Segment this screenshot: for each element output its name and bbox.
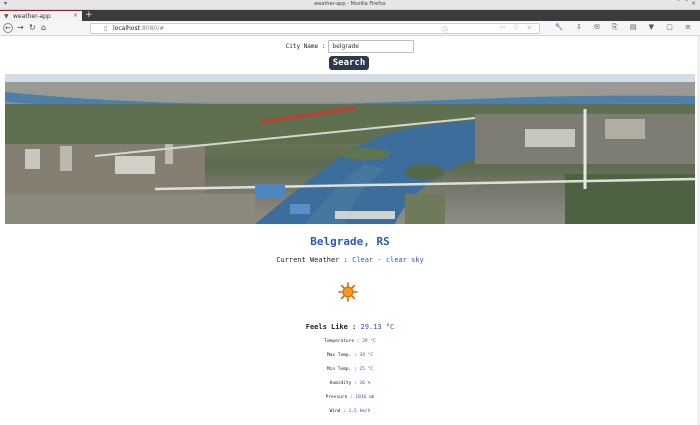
search-button[interactable]: Search (329, 56, 369, 70)
wind-row: Wind : 1.5 km/h (0, 409, 700, 414)
tab-strip: ▼ weather-app × + (0, 10, 700, 21)
home-icon[interactable]: ⌂ (41, 23, 46, 32)
temperature-value: 29 °C (362, 339, 376, 344)
pressure-value: 1016 mb (355, 395, 375, 400)
url-text[interactable]: localhost:8080/# (113, 25, 164, 32)
search-row: City Name : (0, 40, 700, 53)
page-actions[interactable]: ⋯ ♡ ☆ (499, 24, 535, 31)
window-title: weather-app - Mozilla Firefox (314, 1, 386, 7)
tab-label: weather-app (13, 13, 51, 20)
wind-value: 1.5 km/h (348, 409, 371, 414)
nav-toolbar: ← → ↻ ⌂ ⓘ ▯ localhost:8080/# ⋯ ♡ ☆ 🔧 ⇩ ✉… (0, 21, 700, 36)
pressure-label: Pressure : (325, 395, 353, 400)
feels-like-value: 29.13 °C (360, 323, 395, 331)
current-weather-value: Clear - clear sky (352, 256, 424, 264)
humidity-row: Humidity : 36 % (0, 381, 700, 386)
max-temp-row: Max Temp. : 34 °C (0, 353, 700, 358)
new-tab-icon[interactable]: + (85, 10, 93, 21)
toolbar-icons[interactable]: 🔧 ⇩ ✉ ⎘ ▤ ▼ ▢ ≡ (555, 23, 696, 32)
city-image (5, 74, 695, 224)
page-content: City Name : Search (0, 36, 700, 425)
temperature-row: Temperature : 29 °C (0, 339, 700, 344)
max-temp-value: 34 °C (359, 353, 374, 358)
back-icon[interactable]: ← (3, 23, 13, 33)
feels-like-label: Feels Like : (305, 323, 357, 331)
tab-weather-app[interactable]: ▼ weather-app × (0, 10, 82, 21)
vue-favicon-icon: ▼ (4, 13, 9, 20)
min-temp-row: Min Temp. : 25 °C (0, 367, 700, 372)
forward-icon[interactable]: → (17, 23, 24, 32)
page-icon: ▯ (104, 25, 108, 32)
current-weather-label: Current Weather : (276, 256, 348, 264)
city-name-input[interactable] (328, 40, 415, 53)
current-weather: Current Weather : Clear - clear sky (0, 256, 700, 264)
city-name-label: City Name : (285, 43, 326, 50)
wind-label: Wind : (329, 409, 346, 414)
maximize-icon[interactable]: ˆ (685, 0, 688, 7)
window-titlebar: ▾ weather-app - Mozilla Firefox ˇ ˆ × (0, 0, 700, 10)
city-title: Belgrade, RS (310, 235, 390, 248)
humidity-label: Humidity : (329, 381, 357, 386)
min-temp-value: 25 °C (359, 367, 374, 372)
max-temp-label: Max Temp. : (326, 353, 357, 358)
min-temp-label: Min Temp. : (326, 367, 357, 372)
close-window-icon[interactable]: × (691, 0, 696, 7)
url-bar[interactable]: ⓘ ▯ localhost:8080/# ⋯ ♡ ☆ (90, 23, 540, 34)
temperature-label: Temperature : (324, 339, 360, 344)
feels-like: Feels Like : 29.13 °C (0, 323, 700, 331)
reload-icon[interactable]: ↻ (29, 23, 36, 32)
sun-icon (338, 282, 358, 302)
humidity-value: 36 % (359, 381, 371, 386)
close-tab-icon[interactable]: × (73, 12, 78, 19)
minimize-icon[interactable]: ˇ (677, 0, 680, 7)
pressure-row: Pressure : 1016 mb (0, 395, 700, 400)
